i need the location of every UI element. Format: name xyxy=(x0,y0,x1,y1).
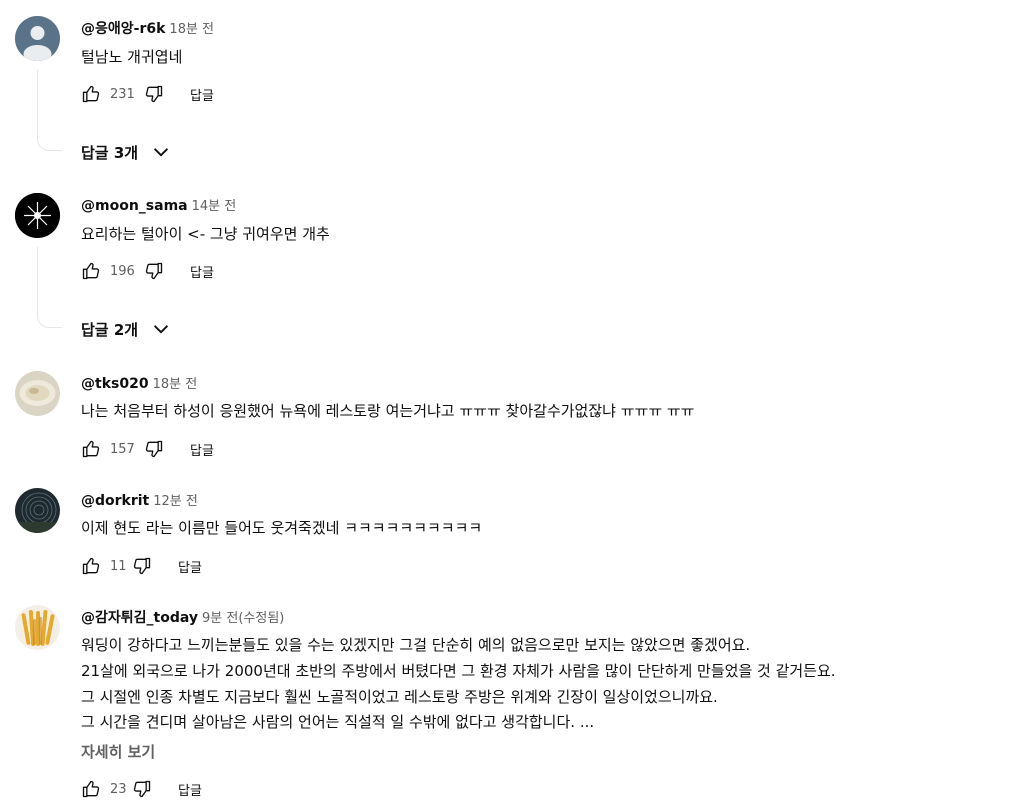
comment-time[interactable]: 14분 전 xyxy=(192,199,237,214)
thumbs-up-icon[interactable] xyxy=(81,84,101,104)
fries-avatar-icon xyxy=(15,605,60,650)
star-trail-avatar-icon xyxy=(15,488,60,533)
like-count: 157 xyxy=(110,441,135,457)
comment-actions: 11 답글 xyxy=(81,554,202,578)
plate-avatar-icon xyxy=(15,371,60,416)
read-more-button[interactable]: 자세히 보기 xyxy=(81,741,155,762)
thread-line xyxy=(37,70,62,151)
chevron-down-icon xyxy=(153,325,169,334)
thumbs-down-icon[interactable] xyxy=(144,84,164,104)
comment-author[interactable]: @응애앙-r6k xyxy=(81,21,165,37)
comment-actions: 23 답글 xyxy=(81,777,202,801)
reply-button[interactable]: 답글 xyxy=(190,85,214,104)
replies-count-label: 답글 2개 xyxy=(81,320,139,339)
comment-text: 털남노 개귀엽네 xyxy=(81,48,183,66)
comment-time[interactable]: 18분 전 xyxy=(169,22,214,37)
thumbs-up-icon[interactable] xyxy=(81,439,101,459)
like-count: 196 xyxy=(110,263,135,279)
avatar[interactable] xyxy=(15,371,60,416)
avatar[interactable] xyxy=(15,605,60,650)
thumbs-up-icon[interactable] xyxy=(81,779,101,799)
avatar[interactable] xyxy=(15,16,60,61)
default-avatar-icon xyxy=(15,16,60,61)
reply-button[interactable]: 답글 xyxy=(190,262,214,281)
thumbs-down-icon[interactable] xyxy=(144,439,164,459)
replies-count-label: 답글 3개 xyxy=(81,143,139,162)
comment-time[interactable]: 9분 전(수정됨) xyxy=(202,611,284,626)
thread-line xyxy=(37,247,62,328)
comment-actions: 196 답글 xyxy=(81,259,214,283)
starburst-avatar-icon xyxy=(15,193,60,238)
comment-text-line: 그 시절엔 인종 차별도 지금보다 훨씬 노골적이었고 레스토랑 주방은 위계와… xyxy=(81,688,718,706)
comment-text: 나는 처음부터 하성이 응원했어 뉴욕에 레스토랑 여는거냐고 ㅠㅠㅠ 찾아갈수… xyxy=(81,402,695,420)
comment-actions: 231 답글 xyxy=(81,82,214,106)
thumbs-down-icon[interactable] xyxy=(132,556,152,576)
comment-text: 이제 현도 라는 이름만 들어도 웃겨죽겠네 ㅋㅋㅋㅋㅋㅋㅋㅋㅋㅋ xyxy=(81,519,483,537)
like-count: 23 xyxy=(110,781,127,797)
comment-author[interactable]: @tks020 xyxy=(81,376,149,392)
chevron-down-icon xyxy=(153,148,169,157)
comment-author[interactable]: @감자튀김_today xyxy=(81,610,198,626)
comment-author[interactable]: @dorkrit xyxy=(81,493,149,509)
thumbs-down-icon[interactable] xyxy=(132,779,152,799)
avatar[interactable] xyxy=(15,488,60,533)
like-count: 231 xyxy=(110,86,135,102)
reply-button[interactable]: 답글 xyxy=(178,780,202,799)
avatar[interactable] xyxy=(15,193,60,238)
like-count: 11 xyxy=(110,558,127,574)
comment-author[interactable]: @moon_sama xyxy=(81,198,188,214)
comment-text: 요리하는 털아이 <- 그냥 귀여우면 개추 xyxy=(81,225,330,243)
reply-button[interactable]: 답글 xyxy=(178,557,202,576)
comment-time[interactable]: 12분 전 xyxy=(153,494,198,509)
comment-text-line: 그 시간을 견디며 살아남은 사람의 언어는 직설적 일 수밖에 없다고 생각합… xyxy=(81,713,595,731)
comment-text-line: 21살에 외국으로 나가 2000년대 초반의 주방에서 버텼다면 그 환경 자… xyxy=(81,662,836,680)
comment-actions: 157 답글 xyxy=(81,437,214,461)
thumbs-up-icon[interactable] xyxy=(81,261,101,281)
view-replies-button[interactable]: 답글 3개 xyxy=(81,141,172,163)
comment-time[interactable]: 18분 전 xyxy=(153,377,198,392)
thumbs-down-icon[interactable] xyxy=(144,261,164,281)
thumbs-up-icon[interactable] xyxy=(81,556,101,576)
view-replies-button[interactable]: 답글 2개 xyxy=(81,318,172,340)
comment-text-line: 워딩이 강하다고 느끼는분들도 있을 수는 있겠지만 그걸 단순히 예의 없음으… xyxy=(81,636,751,654)
reply-button[interactable]: 답글 xyxy=(190,440,214,459)
